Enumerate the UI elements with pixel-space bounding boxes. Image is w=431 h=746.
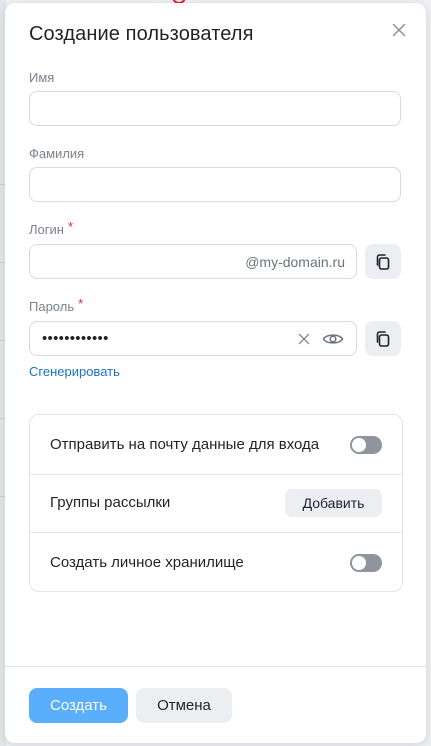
- password-label: Пароль *: [29, 296, 84, 314]
- send-credentials-label: Отправить на почту данные для входа: [50, 436, 320, 453]
- password-field[interactable]: ••••••••••••: [29, 321, 357, 356]
- last-name-field[interactable]: [29, 167, 401, 202]
- password-label-text: Пароль: [29, 299, 75, 314]
- toggle-knob: [352, 438, 366, 452]
- personal-storage-row: Создать личное хранилище: [30, 533, 402, 590]
- dialog-title: Создание пользователя: [29, 23, 254, 45]
- personal-storage-label: Создать личное хранилище: [50, 554, 244, 571]
- mailing-groups-label: Группы рассылки: [50, 494, 171, 511]
- add-mailing-group-button[interactable]: Добавить: [285, 489, 382, 517]
- close-icon: [392, 23, 406, 37]
- options-card: Отправить на почту данные для входа Груп…: [29, 414, 403, 592]
- footer-divider: [5, 666, 426, 667]
- first-name-label: Имя: [29, 70, 55, 85]
- create-button[interactable]: Создать: [29, 688, 128, 723]
- copy-icon: [376, 330, 390, 347]
- send-credentials-row: Отправить на почту данные для входа: [30, 415, 402, 472]
- send-credentials-toggle[interactable]: [350, 436, 382, 454]
- copy-login-button[interactable]: [365, 244, 401, 279]
- login-domain-suffix: @my-domain.ru: [245, 254, 345, 270]
- copy-icon: [376, 253, 390, 270]
- create-user-dialog: Создание пользователя Имя Фамилия Логин *…: [5, 3, 426, 743]
- required-mark: *: [67, 219, 74, 234]
- first-name-field[interactable]: [29, 91, 401, 126]
- toggle-knob: [352, 556, 366, 570]
- personal-storage-toggle[interactable]: [350, 554, 382, 572]
- login-field[interactable]: @my-domain.ru: [29, 244, 357, 279]
- copy-password-button[interactable]: [365, 321, 401, 356]
- eye-icon[interactable]: [322, 331, 344, 347]
- last-name-input[interactable]: [30, 168, 400, 201]
- required-mark: *: [78, 296, 84, 311]
- last-name-label: Фамилия: [29, 146, 85, 161]
- close-icon[interactable]: [297, 332, 311, 346]
- cancel-button[interactable]: Отмена: [136, 688, 232, 723]
- login-label: Логин *: [29, 219, 74, 237]
- first-name-input[interactable]: [30, 92, 400, 125]
- generate-password-link[interactable]: Сгенерировать: [29, 364, 120, 379]
- login-label-text: Логин: [29, 222, 64, 237]
- password-masked-value[interactable]: ••••••••••••: [42, 330, 109, 347]
- mailing-groups-row: Группы рассылки Добавить: [30, 475, 402, 532]
- close-button[interactable]: [389, 20, 409, 40]
